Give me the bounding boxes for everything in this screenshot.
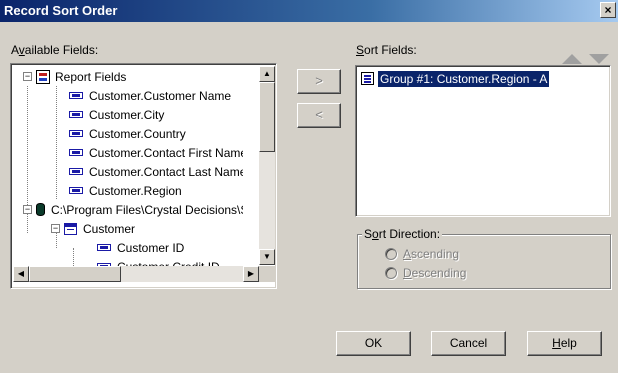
descending-label: escending <box>411 266 467 280</box>
scroll-up-button[interactable]: ▲ <box>259 66 275 82</box>
available-fields-label: Available Fields: <box>11 43 98 57</box>
ascending-accel: A <box>403 247 412 261</box>
collapse-icon[interactable]: − <box>51 224 60 233</box>
sort-field-label: Group #1: Customer.Region - A <box>376 69 551 88</box>
tree-horizontal-scrollbar[interactable]: ◀ ▶ <box>13 266 259 282</box>
field-icon <box>69 92 83 99</box>
window-title: Record Sort Order <box>4 3 118 18</box>
sort-direction-legend-part: rt Direction: <box>378 227 441 241</box>
help-label: elp <box>560 336 577 350</box>
database-icon <box>36 203 45 216</box>
sort-direction-group <box>357 234 611 289</box>
available-fields-label-part: A <box>11 43 19 57</box>
sort-direction-legend-accel: o <box>372 227 379 241</box>
scroll-right-button[interactable]: ▶ <box>243 266 259 282</box>
add-field-button[interactable]: > <box>297 69 341 94</box>
sort-direction-legend: Sort Direction: <box>362 227 443 241</box>
scroll-thumb[interactable] <box>259 82 275 152</box>
tree-node-label: Customer <box>83 221 136 236</box>
sort-direction-legend-part: S <box>364 227 373 241</box>
tree-node-label: Customer.City <box>89 107 165 122</box>
tree-node-database[interactable]: − C:\Program Files\Crystal Decisions\Sam… <box>23 200 243 219</box>
tree-node-field[interactable]: Customer.Country <box>69 124 186 143</box>
tree-node-field[interactable]: Customer.City <box>69 105 164 124</box>
title-bar: Record Sort Order × <box>0 0 618 22</box>
remove-field-button[interactable]: < <box>297 103 341 128</box>
tree-node-label: Customer.Country <box>89 126 186 141</box>
tree-node-label: Customer.Region <box>89 183 182 198</box>
ascending-label: scending <box>411 247 460 261</box>
field-icon <box>69 149 83 156</box>
tree-node-field[interactable]: Customer.Contact Last Name <box>69 162 243 181</box>
field-icon <box>97 244 111 251</box>
tree-vertical-scrollbar[interactable]: ▲ ▼ <box>259 66 275 265</box>
tree-node-field[interactable]: Customer.Customer Name <box>69 86 231 105</box>
tree-node-label: Customer.Contact Last Name <box>89 164 243 179</box>
tree-node-field[interactable]: Customer ID <box>97 238 184 257</box>
cancel-button[interactable]: Cancel <box>431 331 506 356</box>
group-icon <box>361 72 374 85</box>
close-button[interactable]: × <box>600 2 616 18</box>
descending-radio[interactable]: Descending <box>385 266 466 280</box>
ascending-radio[interactable]: Ascending <box>385 247 459 261</box>
tree-node-label: Customer.Contact First Name <box>89 145 243 160</box>
sort-fields-label-part: ort Fields: <box>364 43 417 57</box>
radio-button-icon[interactable] <box>385 248 397 260</box>
tree-node-table[interactable]: − Customer <box>51 219 135 238</box>
field-icon <box>69 187 83 194</box>
move-down-icon[interactable] <box>589 54 609 64</box>
available-fields-label-part: ailable Fields: <box>24 43 99 57</box>
ok-button[interactable]: OK <box>336 331 411 356</box>
available-fields-tree[interactable]: − Report Fields Customer.Customer Name C… <box>10 63 277 289</box>
tree-node-label: C:\Program Files\Crystal Decisions\Sampl… <box>51 202 243 217</box>
descending-accel: D <box>403 266 412 280</box>
collapse-icon[interactable]: − <box>23 72 32 81</box>
scroll-thumb[interactable] <box>29 266 121 282</box>
field-icon <box>69 111 83 118</box>
sort-fields-label-accel: S <box>356 43 365 57</box>
sort-field-item[interactable]: Group #1: Customer.Region - A <box>359 69 552 88</box>
scroll-down-button[interactable]: ▼ <box>259 249 275 265</box>
tree-node-field[interactable]: Customer.Contact First Name <box>69 143 243 162</box>
tree-connector <box>56 86 57 199</box>
move-up-icon[interactable] <box>562 54 582 64</box>
help-accel: H <box>552 336 561 350</box>
scrollbar-corner <box>259 266 275 282</box>
help-button[interactable]: Help <box>527 331 602 356</box>
tree-rows: − Report Fields Customer.Customer Name C… <box>13 66 243 282</box>
sort-fields-label: Sort Fields: <box>356 43 417 57</box>
sort-fields-list[interactable]: Group #1: Customer.Region - A <box>355 65 611 217</box>
collapse-icon[interactable]: − <box>23 205 32 214</box>
field-icon <box>69 130 83 137</box>
tree-node-label: Report Fields <box>55 69 127 84</box>
tree-node-label: Customer.Customer Name <box>89 88 232 103</box>
tree-node-label: Customer ID <box>117 240 185 255</box>
field-icon <box>69 168 83 175</box>
report-fields-icon <box>36 69 50 84</box>
tree-node-report-fields[interactable]: − Report Fields <box>23 67 127 86</box>
radio-button-icon[interactable] <box>385 267 397 279</box>
scroll-left-button[interactable]: ◀ <box>13 266 29 282</box>
table-icon <box>64 222 77 235</box>
tree-node-field[interactable]: Customer.Region <box>69 181 182 200</box>
